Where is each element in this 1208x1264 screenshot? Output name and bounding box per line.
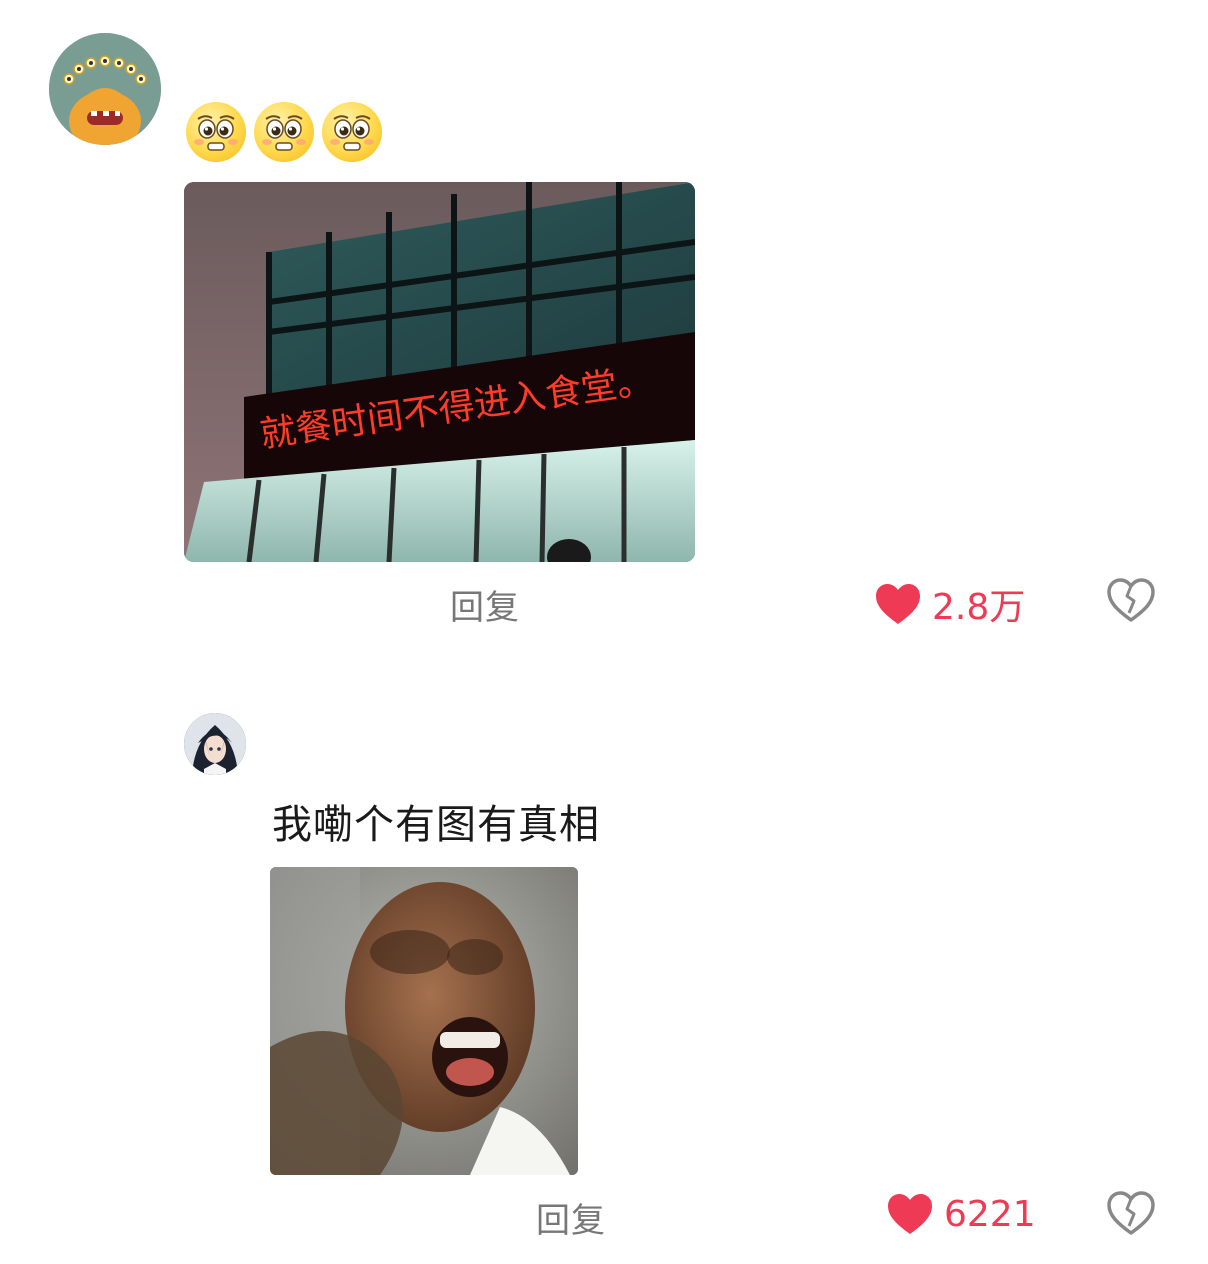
like-count: 6221 [944,1193,1036,1235]
broken-heart-icon [1107,578,1155,622]
pleading-face-icon [186,102,246,162]
reply-button[interactable]: 回复 [450,580,520,629]
laughing-man-photo-image [270,867,578,1175]
reply-comment-text: 我嘞个有图有真相 [272,802,600,848]
emoji-row [186,102,382,162]
heart-filled-icon [876,584,920,624]
like-button[interactable]: 2.8万 [874,578,1025,630]
monster-avatar-icon [49,33,161,145]
commenter-avatar[interactable] [49,33,161,145]
like-count: 2.8万 [932,587,1026,628]
comment-photo-canteen[interactable]: 就餐时间不得进入食堂。 [184,182,695,562]
pleading-face-icon [322,102,382,162]
pleading-face-icon [254,102,314,162]
like-button[interactable]: 6221 [886,1192,1036,1236]
dislike-button[interactable] [1106,1190,1156,1240]
heart-filled-icon [888,1194,932,1234]
dislike-button[interactable] [1106,577,1156,627]
broken-heart-icon [1107,1191,1155,1235]
anime-character-avatar-icon [184,713,246,775]
comment-photo-meme[interactable] [270,867,578,1175]
canteen-photo-image: 就餐时间不得进入食堂。 [184,182,695,562]
reply-button[interactable]: 回复 [536,1193,606,1242]
reply-commenter-avatar[interactable] [184,713,246,775]
